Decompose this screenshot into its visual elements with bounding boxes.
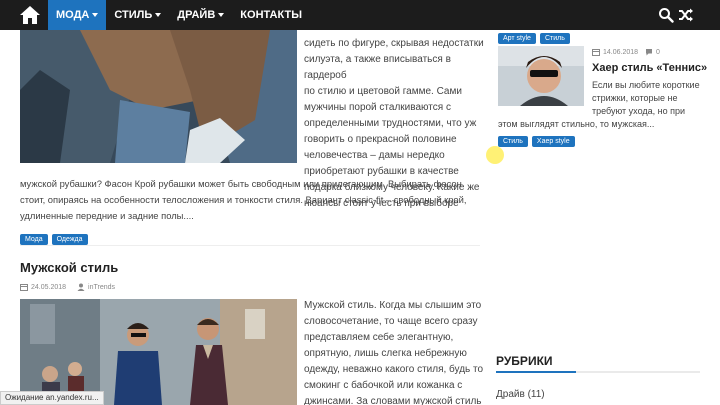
sidebar-post-title[interactable]: Хаер стиль «Теннис» [592, 62, 707, 74]
user-icon [77, 283, 85, 291]
text-line: стоит, опираясь на особенности телосложе… [20, 194, 467, 205]
menu-item-style[interactable]: СТИЛЬ [106, 0, 169, 30]
caret-down-icon [155, 13, 162, 17]
sidebar-post-thumbnail[interactable] [498, 46, 584, 106]
menu-item-moda[interactable]: МОДА [48, 0, 107, 30]
tag-style[interactable]: Стиль [539, 33, 570, 44]
post-image-shirt[interactable] [20, 30, 297, 163]
text-line: сидеть по фигуре, скрывая недостатки [304, 38, 484, 49]
calendar-icon [592, 49, 600, 56]
sidebar-top-tags: Арт style Стиль [498, 27, 574, 45]
text-line: смокинг с бабочкой или кожанка с [304, 380, 463, 391]
text-line: джинсами. За словами мужской стиль [304, 396, 482, 405]
caret-down-icon [92, 13, 99, 17]
text-line: человечества – дамы нередко [304, 150, 445, 161]
sidebar-post-tags: Стиль Хаер style [498, 130, 579, 148]
text-line: словосочетание, то чаще всего сразу [304, 316, 478, 327]
post-date: 14.06.2018 [603, 48, 639, 56]
text-line: Мужской стиль. Когда мы слышим это [304, 300, 482, 311]
text-line: мужчины порой сталкиваются с [304, 102, 451, 113]
tag-art-style[interactable]: Арт style [498, 33, 536, 44]
mouse-cursor-highlight [486, 146, 504, 164]
text-line: говорить о прекрасной половине [304, 134, 457, 145]
text-line: стрижки, которые не [592, 93, 678, 103]
post-divider [20, 245, 480, 246]
top-navigation-bar: МОДА СТИЛЬ ДРАЙВ КОНТАКТЫ [0, 0, 720, 30]
text-line: удлиненные передние и задние полы.... [20, 210, 194, 221]
menu-item-label: СТИЛЬ [114, 9, 153, 21]
menu-item-drive[interactable]: ДРАЙВ [169, 0, 232, 30]
calendar-icon [20, 284, 28, 291]
tag-style[interactable]: Стиль [498, 136, 528, 147]
post-date: 24.05.2018 [31, 283, 67, 291]
categories-heading: РУБРИКИ [496, 354, 553, 368]
tag-hair-style[interactable]: Хаер style [531, 136, 575, 147]
post1-excerpt-full: мужской рубашки? Фасон Крой рубашки може… [20, 176, 482, 224]
main-menu: МОДА СТИЛЬ ДРАЙВ КОНТАКТЫ [48, 0, 310, 30]
text-line: Если вы любите короткие [592, 80, 700, 90]
sidebar-post-meta: 14.06.2018 0 [592, 48, 660, 56]
post-title[interactable]: Мужской стиль [20, 260, 118, 275]
text-line: представляем себе элегантную, [304, 332, 454, 343]
text-line: одежду, неважно какого стиля, будь то [304, 364, 484, 375]
random-shuffle-icon[interactable] [678, 7, 694, 23]
text-line: опрятную, лишь слегка небрежную [304, 348, 467, 359]
heading-underline [496, 371, 700, 373]
text-line: по стилю и цветовой гамме. Сами [304, 86, 462, 97]
comment-count[interactable]: 0 [656, 49, 660, 56]
menu-item-label: ДРАЙВ [177, 9, 216, 21]
text-line: мужской рубашки? Фасон Крой рубашки може… [20, 178, 462, 189]
home-icon[interactable] [18, 4, 42, 26]
menu-item-contacts[interactable]: КОНТАКТЫ [232, 0, 310, 30]
page-content: сидеть по фигуре, скрывая недостатки сил… [0, 30, 720, 405]
sidebar-post-excerpt: Если вы любите короткие стрижки, которые… [592, 79, 704, 118]
post2-excerpt: Мужской стиль. Когда мы слышим это слово… [304, 298, 484, 405]
category-item-drive[interactable]: Драйв (11) [496, 389, 545, 400]
comment-icon [646, 49, 653, 56]
text-line: силуэта, а также вписываться в гардероб [304, 54, 451, 81]
caret-down-icon [218, 13, 225, 17]
post-author[interactable]: inTrends [88, 284, 115, 291]
tag-moda[interactable]: Мода [20, 234, 48, 245]
search-icon[interactable] [658, 7, 674, 23]
tag-clothing[interactable]: Одежда [51, 234, 88, 245]
post-image-men-street[interactable] [20, 299, 297, 405]
browser-status-bar: Ожидание an.yandex.ru... [0, 391, 104, 405]
menu-item-label: МОДА [56, 9, 90, 21]
post1-tags: Мода Одежда [20, 228, 92, 246]
menu-item-label: КОНТАКТЫ [240, 9, 302, 21]
post2-meta: 24.05.2018 inTrends [20, 283, 115, 291]
text-line: требуют ухода, но при [592, 106, 686, 116]
text-line: определенными трудностями, что уж [304, 118, 477, 129]
